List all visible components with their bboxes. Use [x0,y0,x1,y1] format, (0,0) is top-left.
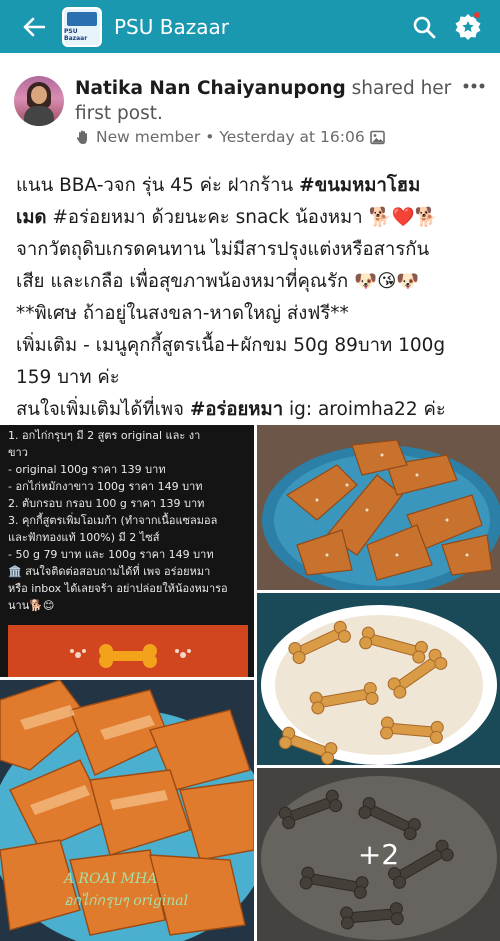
search-icon [413,16,436,38]
more-options-button[interactable] [460,76,488,96]
post-time[interactable]: Yesterday at 16:06 [219,128,364,146]
post-body: แนน BBA-วจก รุ่น 45 ค่ะ ฝากร้าน #ขนมหมาโ… [16,170,490,426]
badge-button[interactable] [446,0,490,53]
post-header: Natika Nan Chaiyanupong shared her first… [0,66,500,154]
photo-icon [369,130,385,144]
meta-separator: • [205,128,215,146]
app-bar: PSU Bazaar PSU Bazaar [0,0,500,53]
post-meta: New member • Yesterday at 16:06 [75,128,385,146]
post-line: เมด #อร่อยหมา ด้วยนะคะ snack น้องหมา 🐕❤️… [16,207,438,228]
more-photos-count[interactable]: +2 [257,768,500,941]
back-button[interactable] [12,0,56,53]
photo-watermark: A ROAI MHA อกไก่กรุบๆ original [64,871,189,909]
avatar[interactable] [14,76,64,126]
more-dots-icon [463,83,485,89]
post-line: จากวัตถุดิบเกรดคนทาน ไม่มีสารปรุงแต่งหรื… [16,239,430,260]
photo-menu-card[interactable]: 1. อกไก่กรุบๆ มี 2 สูตร original และ งา … [0,425,254,677]
hashtag[interactable]: เมด [16,207,47,228]
author-line: Natika Nan Chaiyanupong shared her first… [75,76,455,126]
post-line: แนน BBA-วจก รุ่น 45 ค่ะ ฝากร้าน #ขนมหมาโ… [16,175,421,196]
photo-grid: 1. อกไก่กรุบๆ มี 2 สูตร original และ งา … [0,425,500,941]
hashtag[interactable]: #ขนมหมาโฮม [299,175,420,196]
photo-dark-bone-cookies[interactable]: +2 [257,768,500,941]
group-title[interactable]: PSU Bazaar [114,15,402,39]
bone-icon [99,644,157,668]
post-line: **พิเศษ ถ้าอยู่ในสงขลา-หาดใหญ่ ส่งฟรี** [16,303,349,324]
post-line: เสีย และเกลือ เพื่อสุขภาพน้องหมาที่คุณรั… [16,271,420,292]
post-line: สนใจเพิ่มเติมได้ที่เพจ #อร่อยหมา ig: aro… [16,399,446,420]
photo-bone-cookies-plate[interactable] [257,593,500,765]
post-line: เพิ่มเติม - เมนูคุกกี้สูตรเนื้อ+ผักขม 50… [16,335,446,356]
group-logo[interactable]: PSU Bazaar [62,6,102,47]
back-arrow-icon [23,17,45,36]
hashtag[interactable]: #อร่อยหมา [190,399,283,420]
notification-dot [473,11,481,19]
menu-banner [8,625,248,677]
waving-hand-icon [76,130,87,144]
post-line: 159 บาท ค่ะ [16,367,120,388]
member-status: New member [96,128,201,146]
photo-chicken-jerky-closeup[interactable]: A ROAI MHA อกไก่กรุบๆ original [0,680,254,941]
search-button[interactable] [402,0,446,53]
photo-chicken-jerky-plate[interactable] [257,425,500,590]
author-name[interactable]: Natika Nan Chaiyanupong [75,78,346,99]
logo-text: PSU Bazaar [64,27,88,42]
